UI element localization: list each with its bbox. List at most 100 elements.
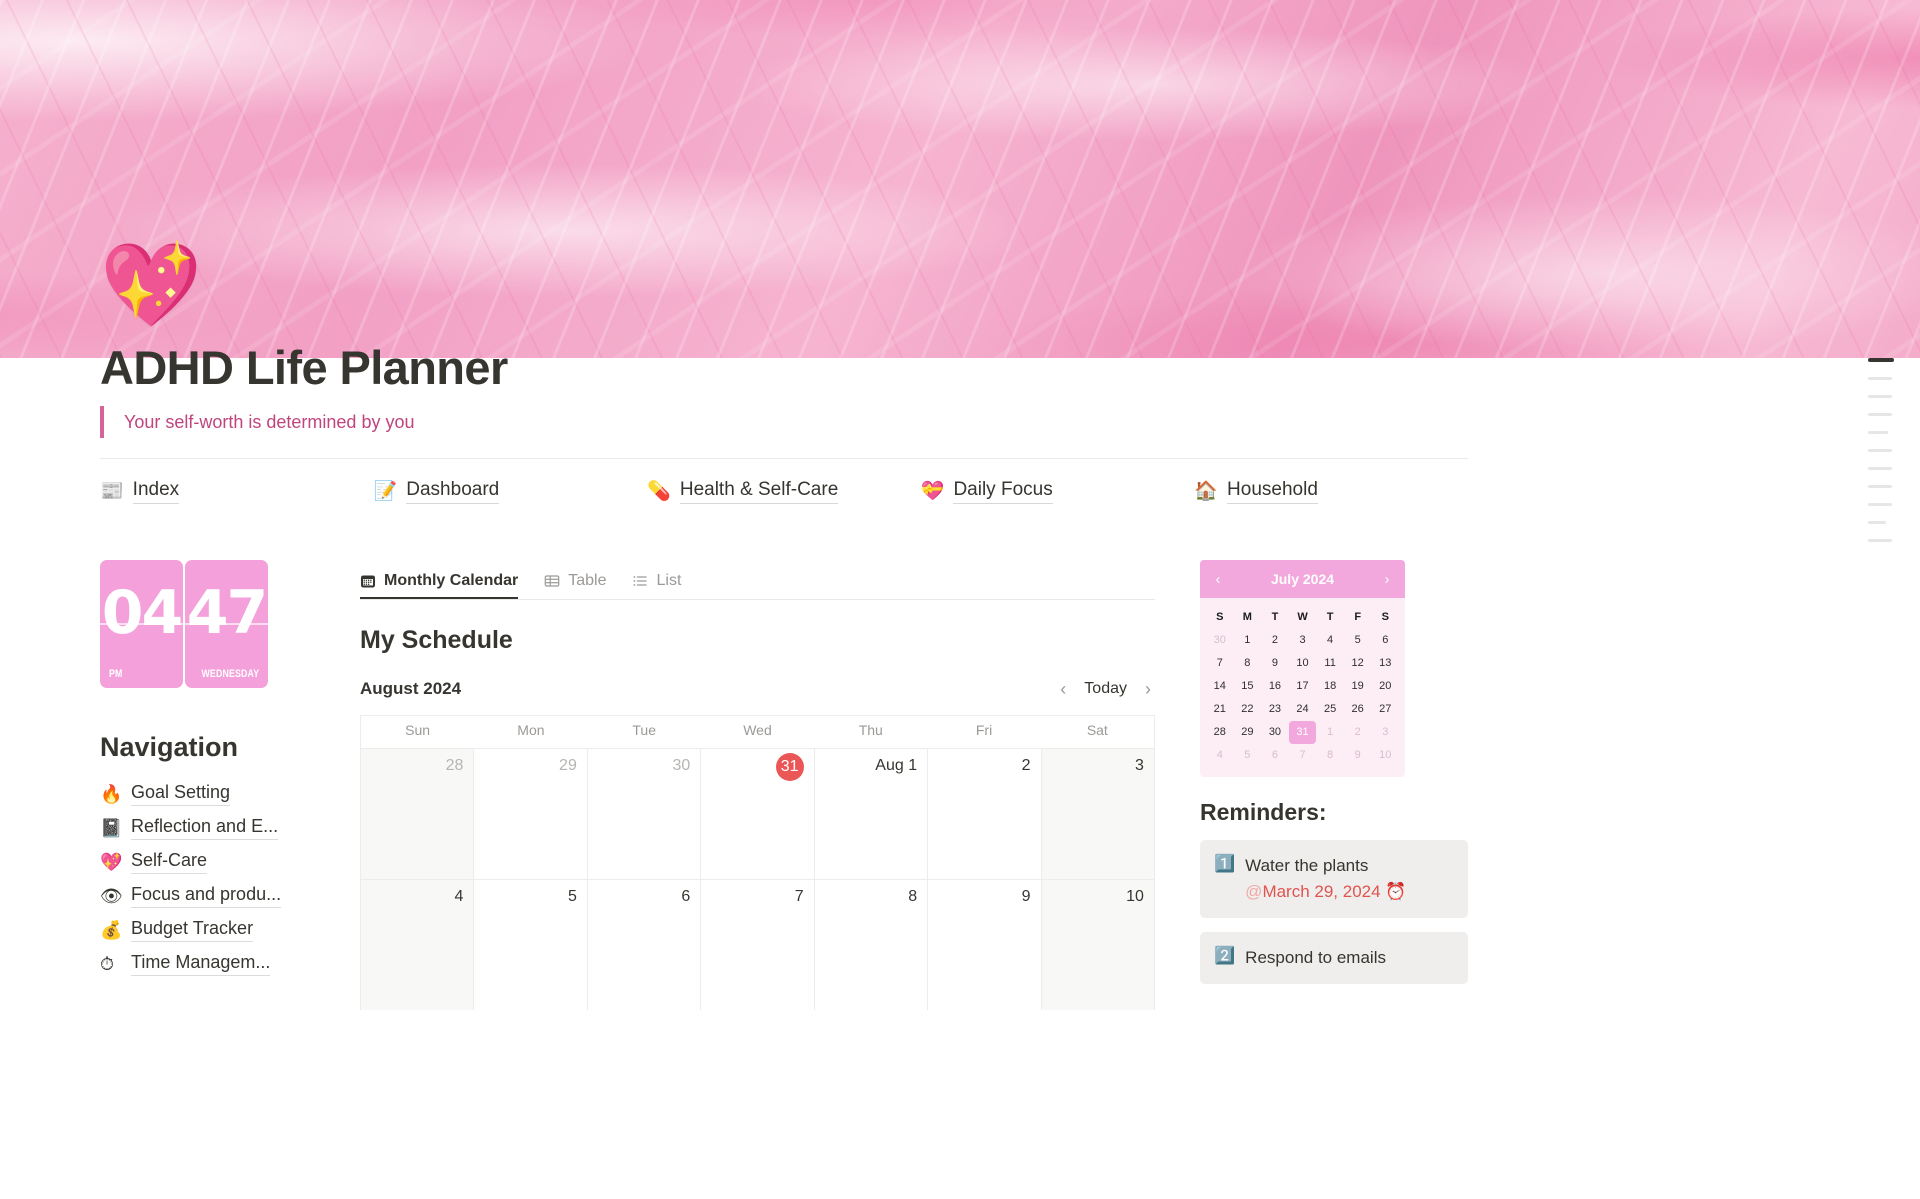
sidebar-item-label: Time Managem... [131,952,271,976]
mini-calendar-week-row: 28 29 30 31 1 2 3 [1206,721,1399,744]
tab-list[interactable]: List [632,572,681,599]
month-calendar-grid: Sun Mon Tue Wed Thu Fri Sat 28 29 30 31 Aug 1 2 3 4 5 6… [360,715,1155,1010]
topnav-item-daily-focus[interactable]: 💝 Daily Focus [921,474,1195,508]
mini-calendar-day[interactable]: 6 [1261,744,1289,767]
header-divider [100,458,1468,459]
mini-calendar-day[interactable]: 25 [1316,698,1344,721]
mini-calendar-day[interactable]: 16 [1261,675,1289,698]
calendar-day-cell[interactable]: 28 [361,749,475,879]
mini-calendar-day[interactable]: 18 [1316,675,1344,698]
mini-calendar-day[interactable]: 1 [1316,721,1344,744]
mini-calendar-day[interactable]: 1 [1234,629,1262,652]
sidebar-item-emoji: 💰 [100,920,123,940]
mini-calendar-day[interactable]: 2 [1344,721,1372,744]
calendar-day-cell[interactable]: 3 [1041,749,1154,879]
mini-calendar-day[interactable]: 28 [1206,721,1234,744]
mini-calendar-day[interactable]: 4 [1316,629,1344,652]
sparkling-heart-emoji[interactable]: 💖 [100,245,202,327]
mini-calendar-selected-day[interactable]: 31 [1288,721,1317,744]
sidebar-item-emoji: 📓 [100,818,123,838]
mini-calendar-day[interactable]: 22 [1234,698,1262,721]
mini-calendar-day[interactable]: 24 [1289,698,1317,721]
reminder-card[interactable]: 2️⃣ Respond to emails [1200,932,1468,984]
mini-calendar-day[interactable]: 19 [1344,675,1372,698]
mini-calendar-day[interactable]: 23 [1261,698,1289,721]
topnav-item-household[interactable]: 🏠 Household [1194,474,1468,508]
calendar-day-cell[interactable]: 7 [701,880,815,1010]
calendar-day-cell[interactable]: 4 [361,880,475,1010]
mini-calendar-day[interactable]: 27 [1371,698,1399,721]
chevron-right-icon[interactable]: › [1379,571,1395,588]
toc-tick[interactable] [1868,377,1892,380]
mini-calendar-day[interactable]: 9 [1344,744,1372,767]
mini-calendar-day[interactable]: 12 [1344,652,1372,675]
mini-calendar-day[interactable]: 2 [1261,629,1289,652]
mini-calendar-day[interactable]: 5 [1234,744,1262,767]
clock-hour: 04 [101,578,183,648]
mini-calendar-day[interactable]: 5 [1344,629,1372,652]
topnav-item-health-self-care[interactable]: 💊 Health & Self-Care [647,474,921,508]
calendar-day-cell[interactable]: 31 [701,749,815,879]
sidebar-item-emoji: 💖 [100,852,123,872]
mini-calendar-day[interactable]: 15 [1234,675,1262,698]
toc-tick[interactable] [1868,503,1892,506]
mini-calendar-day[interactable]: 26 [1344,698,1372,721]
topnav-item-dashboard[interactable]: 📝 Dashboard [374,474,648,508]
toc-tick[interactable] [1868,431,1888,434]
sidebar-item-budget-tracker[interactable]: 💰 Budget Tracker [100,913,330,947]
toc-tick[interactable] [1868,413,1892,416]
reminder-card[interactable]: 1️⃣ Water the plants @March 29, 2024 ⏰ [1200,840,1468,918]
mini-calendar-day[interactable]: 20 [1371,675,1399,698]
toc-tick[interactable] [1868,521,1886,524]
calendar-day-cell[interactable]: 5 [474,880,588,1010]
tab-monthly-calendar[interactable]: Monthly Calendar [360,572,518,599]
calendar-day-cell[interactable]: 10 [1041,880,1154,1010]
toc-tick[interactable] [1868,539,1892,542]
mini-calendar-day[interactable]: 14 [1206,675,1234,698]
sidebar-item-self-care[interactable]: 💖 Self-Care [100,845,330,879]
mini-calendar-day[interactable]: 7 [1206,652,1234,675]
mini-calendar-day[interactable]: 9 [1261,652,1289,675]
toc-tick[interactable] [1868,395,1892,398]
toc-tick[interactable] [1868,467,1892,470]
sidebar-item-goal-setting[interactable]: 🔥 Goal Setting [100,777,330,811]
mini-calendar-day[interactable]: 29 [1234,721,1262,744]
toc-tick-active[interactable] [1868,358,1894,362]
sidebar-item-focus-and-produ[interactable]: 👁 Focus and produ... [100,879,330,913]
table-of-contents-rail[interactable] [1868,358,1902,557]
mini-calendar-day[interactable]: 13 [1371,652,1399,675]
toc-tick[interactable] [1868,449,1892,452]
calendar-day-cell[interactable]: 2 [928,749,1042,879]
mini-calendar-day[interactable]: 7 [1289,744,1317,767]
mini-calendar-day[interactable]: 10 [1289,652,1317,675]
mini-calendar-day[interactable]: 8 [1234,652,1262,675]
chevron-left-icon[interactable]: ‹ [1210,571,1226,588]
mini-calendar-day[interactable]: 6 [1371,629,1399,652]
calendar-day-cell[interactable]: 9 [928,880,1042,1010]
today-button[interactable]: Today [1084,680,1127,698]
mini-calendar-day[interactable]: 17 [1289,675,1317,698]
calendar-day-number: 4 [454,888,464,905]
topnav-item-index[interactable]: 📰 Index [100,474,374,508]
mini-calendar-day[interactable]: 10 [1371,744,1399,767]
chevron-right-icon[interactable]: › [1141,678,1155,700]
calendar-day-cell[interactable]: 29 [474,749,588,879]
mini-calendar-day[interactable]: 21 [1206,698,1234,721]
calendar-day-cell[interactable]: 8 [815,880,929,1010]
calendar-day-cell[interactable]: Aug 1 [815,749,929,879]
chevron-left-icon[interactable]: ‹ [1056,678,1070,700]
mini-calendar-day[interactable]: 3 [1371,721,1399,744]
calendar-day-cell[interactable]: 6 [588,880,702,1010]
mini-calendar-day[interactable]: 4 [1206,744,1234,767]
tab-table[interactable]: Table [544,572,606,599]
toc-tick[interactable] [1868,485,1892,488]
sidebar-item-time-managem[interactable]: ⏱ Time Managem... [100,947,330,981]
sidebar-item-reflection-and-e[interactable]: 📓 Reflection and E... [100,811,330,845]
calendar-dow-label: Sat [1086,722,1108,738]
calendar-day-cell[interactable]: 30 [588,749,702,879]
mini-calendar-day[interactable]: 8 [1316,744,1344,767]
mini-calendar-day[interactable]: 11 [1316,652,1344,675]
mini-calendar-day[interactable]: 30 [1206,629,1234,652]
mini-calendar-day[interactable]: 30 [1261,721,1289,744]
mini-calendar-day[interactable]: 3 [1289,629,1317,652]
